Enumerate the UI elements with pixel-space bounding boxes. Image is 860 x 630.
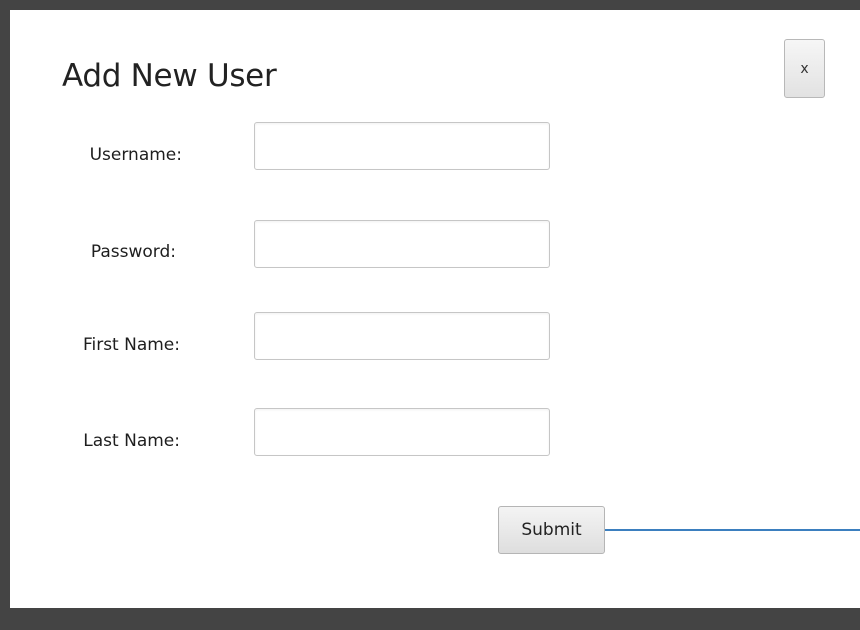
connector-line: [605, 529, 860, 531]
username-input[interactable]: [254, 122, 550, 170]
window-frame: Add New User x Username: Password: First…: [0, 0, 860, 630]
close-button[interactable]: x: [784, 39, 825, 98]
last-name-input[interactable]: [254, 408, 550, 456]
dialog-title: Add New User: [62, 58, 277, 94]
last-name-label: Last Name:: [83, 431, 180, 451]
submit-button[interactable]: Submit: [498, 506, 605, 554]
submit-label: Submit: [521, 520, 582, 540]
add-user-dialog: Add New User x Username: Password: First…: [10, 10, 860, 608]
first-name-input[interactable]: [254, 312, 550, 360]
close-icon: x: [800, 60, 809, 77]
password-input[interactable]: [254, 220, 550, 268]
first-name-label: First Name:: [82, 335, 180, 355]
password-label: Password:: [90, 242, 176, 262]
username-label: Username:: [89, 145, 182, 165]
